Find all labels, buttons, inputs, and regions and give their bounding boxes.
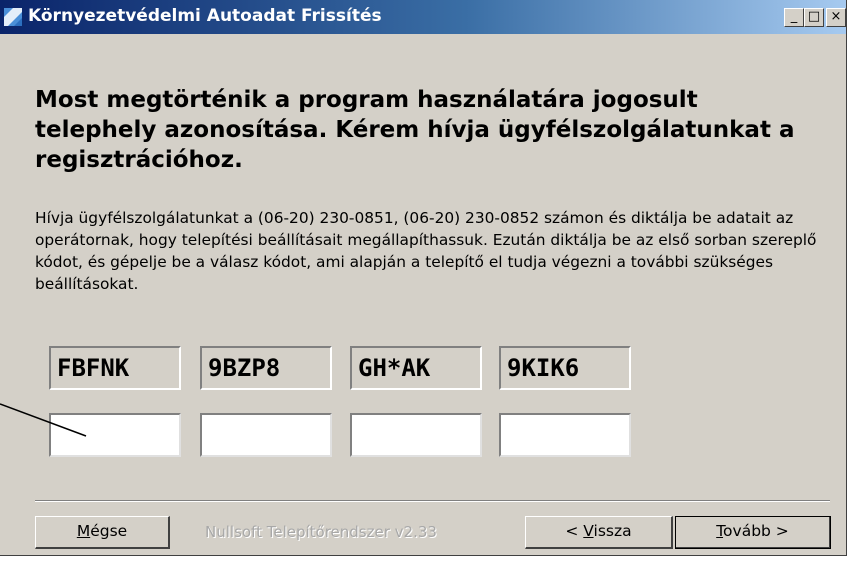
installer-app-icon bbox=[4, 8, 22, 26]
minimize-icon: _ bbox=[790, 9, 798, 24]
next-button[interactable]: Tovább > bbox=[675, 516, 831, 549]
answer-code-input-3[interactable] bbox=[350, 413, 482, 457]
next-label: ovább > bbox=[723, 522, 789, 540]
minimize-button[interactable]: _ bbox=[784, 8, 804, 27]
maximize-icon: □ bbox=[807, 9, 821, 24]
installer-branding: Nullsoft Telepítőrendszer v2.33 bbox=[205, 523, 437, 541]
request-code-4: 9KIK6 bbox=[499, 346, 631, 390]
cancel-mnemonic: M bbox=[76, 522, 91, 540]
back-prefix: < bbox=[565, 522, 584, 540]
maximize-button[interactable]: □ bbox=[804, 8, 824, 27]
close-icon: × bbox=[830, 9, 842, 24]
installer-window: Környezetvédelmi Autoadat Frissítés _ □ … bbox=[0, 0, 847, 556]
title-bar[interactable]: Környezetvédelmi Autoadat Frissítés _ □ … bbox=[0, 0, 846, 34]
answer-code-input-1[interactable] bbox=[49, 413, 181, 457]
answer-code-input-2[interactable] bbox=[200, 413, 332, 457]
registration-heading: Most megtörténik a program használatára … bbox=[35, 87, 795, 173]
request-code-1: FBFNK bbox=[49, 346, 181, 390]
back-button[interactable]: < Vissza bbox=[525, 516, 673, 549]
cancel-label: égse bbox=[90, 522, 128, 540]
footer-divider bbox=[35, 500, 830, 502]
request-code-2: 9BZP8 bbox=[200, 346, 332, 390]
window-title: Környezetvédelmi Autoadat Frissítés bbox=[28, 6, 382, 26]
close-button[interactable]: × bbox=[826, 8, 846, 27]
cancel-button[interactable]: Mégse bbox=[35, 516, 170, 549]
request-code-3: GH*AK bbox=[350, 346, 482, 390]
answer-code-input-4[interactable] bbox=[499, 413, 631, 457]
registration-instructions: Hívja ügyfélszolgálatunkat a (06-20) 230… bbox=[35, 209, 817, 293]
back-mnemonic: V bbox=[583, 522, 594, 540]
back-label: issza bbox=[593, 522, 632, 540]
